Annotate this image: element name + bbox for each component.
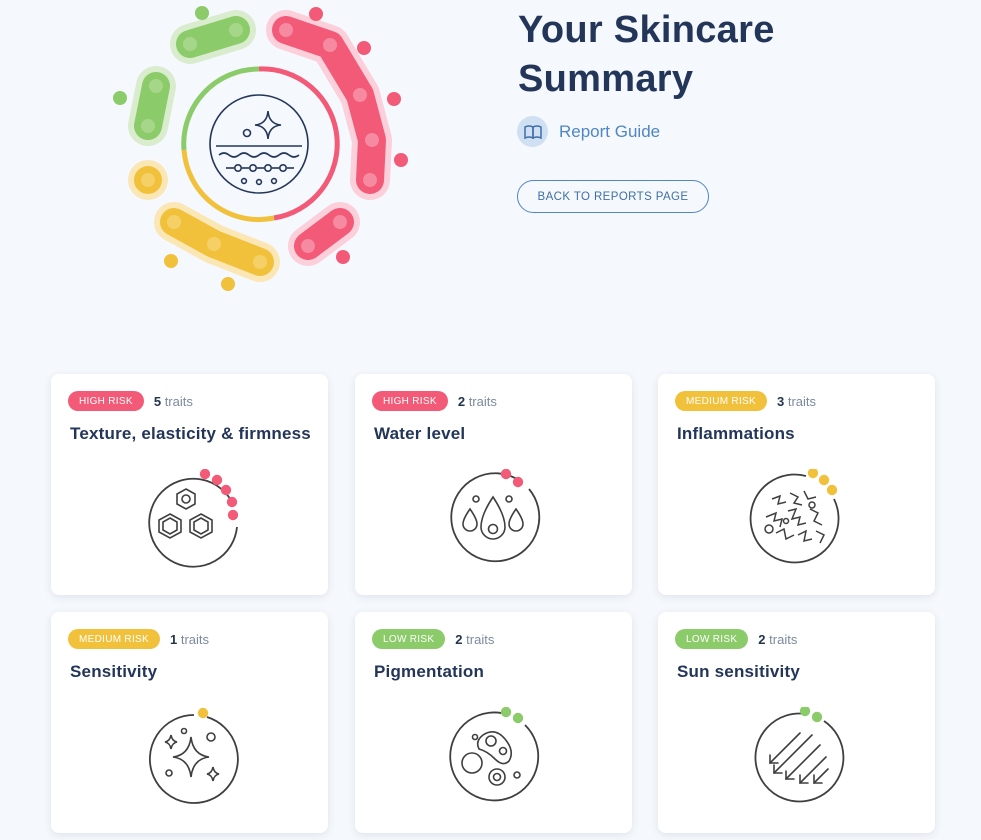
risk-badge: MEDIUM RISK bbox=[675, 391, 767, 411]
report-guide-label: Report Guide bbox=[559, 121, 661, 141]
risk-badge: HIGH RISK bbox=[68, 391, 144, 411]
traits-word: traits bbox=[787, 393, 817, 409]
card-header: LOW RISK 2 traits bbox=[675, 629, 797, 649]
traits-word: traits bbox=[180, 631, 210, 647]
book-icon bbox=[517, 116, 548, 147]
traits-word: traits bbox=[466, 631, 495, 647]
traits-count: 2 traits bbox=[758, 632, 797, 647]
trait-card-texture[interactable]: HIGH RISK 5 traits Texture, elasticity &… bbox=[51, 374, 328, 595]
trait-card-water-level[interactable]: HIGH RISK 2 traits Water level bbox=[355, 374, 632, 595]
pigment-spots-icon bbox=[449, 707, 540, 802]
card-title: Pigmentation bbox=[374, 662, 485, 681]
traits-count: 3 traits bbox=[777, 394, 816, 409]
traits-count: 2 traits bbox=[455, 632, 494, 647]
traits-number: 1 bbox=[169, 631, 178, 647]
risk-badge: LOW RISK bbox=[372, 629, 446, 649]
page-title: Your Skincare Summary bbox=[518, 6, 775, 104]
sparkles-icon bbox=[149, 707, 239, 804]
risk-ring bbox=[181, 66, 340, 223]
back-to-reports-button[interactable]: BACK TO REPORTS PAGE bbox=[517, 180, 709, 213]
card-title: Texture, elasticity & firmness bbox=[70, 424, 311, 443]
traits-word: traits bbox=[468, 393, 497, 409]
inflammation-icon bbox=[749, 469, 840, 564]
report-guide-link[interactable]: Report Guide bbox=[517, 116, 660, 147]
trait-card-pigmentation[interactable]: LOW RISK 2 traits Pigmentation bbox=[355, 612, 632, 833]
pink-molecule-chain bbox=[266, 10, 392, 266]
page-title-line-1: Your Skincare bbox=[518, 9, 775, 51]
card-header: HIGH RISK 5 traits bbox=[68, 391, 193, 411]
traits-number: 2 bbox=[457, 393, 466, 409]
traits-word: traits bbox=[769, 631, 798, 647]
card-header: HIGH RISK 2 traits bbox=[372, 391, 497, 411]
traits-count: 5 traits bbox=[154, 394, 193, 409]
traits-number: 3 bbox=[776, 393, 785, 409]
skin-summary-ring-illustration bbox=[113, 6, 408, 291]
trait-card-inflammations[interactable]: MEDIUM RISK 3 traits Inflammations bbox=[658, 374, 935, 595]
trait-card-sun-sensitivity[interactable]: LOW RISK 2 traits Sun sensitivity bbox=[658, 612, 935, 833]
traits-count: 2 traits bbox=[458, 394, 497, 409]
trait-card-sensitivity[interactable]: MEDIUM RISK 1 traits Sensitivity bbox=[51, 612, 328, 833]
water-drops-icon bbox=[450, 469, 541, 563]
skin-layers-icon bbox=[209, 94, 309, 194]
risk-badge: HIGH RISK bbox=[372, 391, 448, 411]
traits-number: 2 bbox=[455, 631, 463, 647]
card-title: Inflammations bbox=[677, 424, 795, 443]
sun-rays-icon bbox=[754, 707, 845, 803]
card-title: Sun sensitivity bbox=[677, 662, 800, 681]
traits-number: 2 bbox=[758, 631, 766, 647]
card-title: Water level bbox=[374, 424, 466, 443]
card-header: LOW RISK 2 traits bbox=[372, 629, 494, 649]
risk-badge: MEDIUM RISK bbox=[68, 629, 160, 649]
card-header: MEDIUM RISK 1 traits bbox=[68, 629, 209, 649]
card-title: Sensitivity bbox=[70, 662, 158, 681]
traits-word: traits bbox=[164, 393, 193, 409]
risk-badge: LOW RISK bbox=[675, 629, 749, 649]
traits-number: 5 bbox=[153, 393, 162, 409]
traits-count: 1 traits bbox=[170, 632, 209, 647]
honeycomb-icon bbox=[148, 469, 239, 568]
page-title-line-2: Summary bbox=[518, 58, 694, 100]
card-header: MEDIUM RISK 3 traits bbox=[675, 391, 816, 411]
